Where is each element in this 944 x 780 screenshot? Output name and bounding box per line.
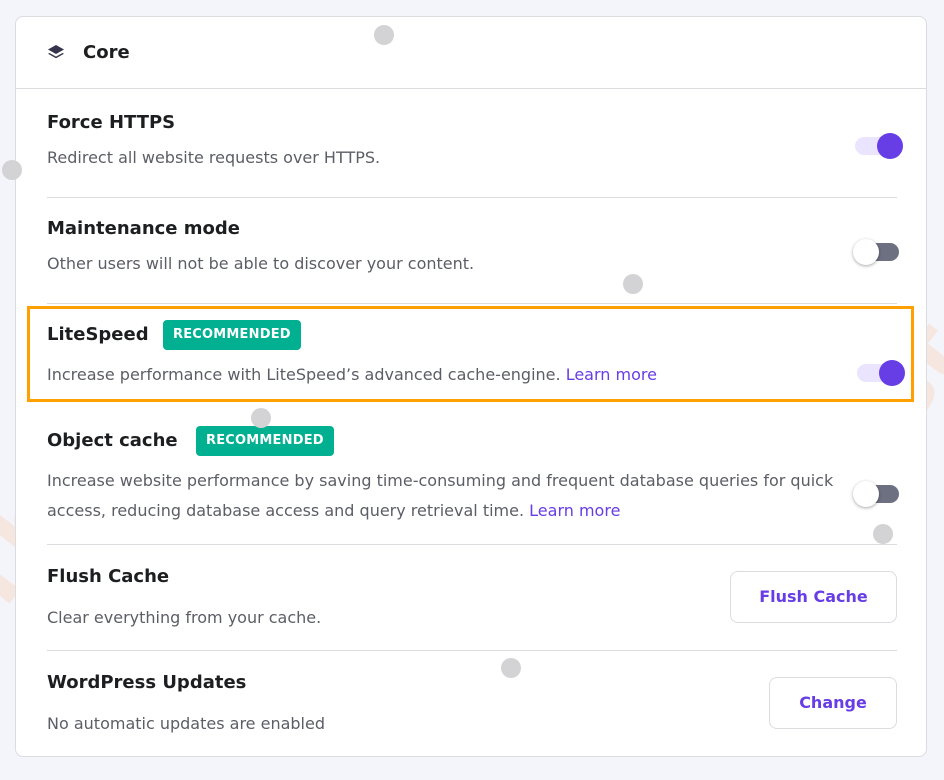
setting-row-object-cache: Object cache RECOMMENDED Increase websit… [47,426,899,536]
toggle-knob [877,133,903,159]
object-cache-toggle[interactable] [853,479,903,507]
setting-title: WordPress Updates [47,672,247,693]
divider [47,197,897,198]
flush-cache-button[interactable]: Flush Cache [730,571,897,623]
setting-description: No automatic updates are enabled [47,714,325,733]
setting-row-wordpress-updates: WordPress Updates No automatic updates a… [47,672,897,742]
setting-description: Redirect all website requests over HTTPS… [47,148,381,167]
divider [47,303,897,304]
decorative-dot [374,25,394,45]
setting-description: Increase website performance by saving t… [47,466,857,526]
maintenance-mode-toggle[interactable] [853,237,903,265]
decorative-dot [873,524,893,544]
learn-more-link[interactable]: Learn more [529,501,620,520]
change-updates-button[interactable]: Change [769,677,897,729]
setting-row-flush-cache: Flush Cache Clear everything from your c… [47,566,897,636]
setting-title: Force HTTPS [47,112,176,133]
setting-row-force-https: Force HTTPS Redirect all website request… [47,112,903,182]
divider [47,650,897,651]
layers-icon [48,44,64,58]
setting-title: Flush Cache [47,566,170,587]
setting-row-maintenance-mode: Maintenance mode Other users will not be… [47,218,899,288]
setting-title: Maintenance mode [47,218,240,239]
toggle-knob [853,481,879,507]
section-title: Core [83,42,130,63]
divider [47,544,897,545]
litespeed-highlight-frame [27,306,914,402]
decorative-dot [501,658,521,678]
decorative-dot [623,274,643,294]
decorative-dot [2,160,22,180]
toggle-knob [853,239,879,265]
setting-description: Other users will not be able to discover… [47,254,475,273]
force-https-toggle[interactable] [853,131,903,159]
recommended-badge: RECOMMENDED [196,426,334,456]
setting-title: Object cache [47,430,178,451]
card-header: Core [16,17,926,89]
decorative-dot [251,408,271,428]
setting-description-text: Increase website performance by saving t… [47,471,834,520]
